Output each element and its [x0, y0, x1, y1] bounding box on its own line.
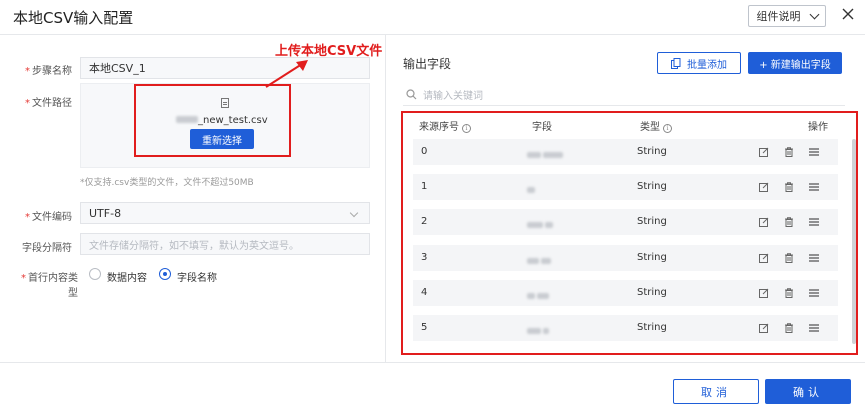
copy-icon [671, 57, 681, 69]
batch-add-label: 批量添加 [687, 59, 727, 71]
panel-divider [385, 35, 386, 362]
confirm-button[interactable]: 确认 [765, 379, 851, 404]
first-row-type-label: * 首行内容类型 [21, 273, 78, 299]
output-fields-title: 输出字段 [403, 57, 452, 71]
step-name-input[interactable]: 本地CSV_1 [80, 57, 370, 79]
close-icon[interactable] [840, 6, 856, 22]
search-placeholder: 请输入关键词 [423, 91, 483, 102]
separator-label: 字段分隔符 [22, 243, 72, 254]
step-name-label: * 步骤名称 [25, 66, 72, 77]
header-divider [0, 34, 865, 35]
field-search-input[interactable]: 请输入关键词 [403, 84, 845, 106]
annotation-arrow-icon [265, 60, 308, 88]
radio-field-name[interactable] [159, 268, 171, 280]
radio-field-name-label: 字段名称 [177, 273, 217, 284]
new-output-field-button[interactable]: + 新建输出字段 [748, 52, 842, 74]
encoding-label: * 文件编码 [25, 212, 72, 223]
encoding-value: UTF-8 [89, 206, 122, 220]
chevron-down-icon [809, 9, 819, 19]
separator-input[interactable]: 文件存储分隔符，如不填写，默认为英文逗号。 [80, 233, 370, 255]
radio-data-content[interactable] [89, 268, 101, 280]
radio-data-content-label: 数据内容 [107, 273, 147, 284]
dialog-title: 本地CSV输入配置 [13, 9, 134, 27]
annotation-box-fields [401, 111, 858, 355]
search-icon [406, 89, 417, 100]
chevron-down-icon [349, 208, 359, 218]
help-label: 组件说明 [756, 10, 801, 23]
component-help-dropdown[interactable]: 组件说明 [748, 5, 826, 27]
footer-divider [0, 362, 865, 363]
cancel-button[interactable]: 取消 [673, 379, 759, 404]
encoding-select[interactable]: UTF-8 [80, 202, 370, 224]
batch-add-button[interactable]: 批量添加 [657, 52, 741, 74]
file-path-label: * 文件路径 [25, 98, 72, 109]
file-type-hint: *仅支持.csv类型的文件，文件不超过50MB [80, 178, 254, 188]
